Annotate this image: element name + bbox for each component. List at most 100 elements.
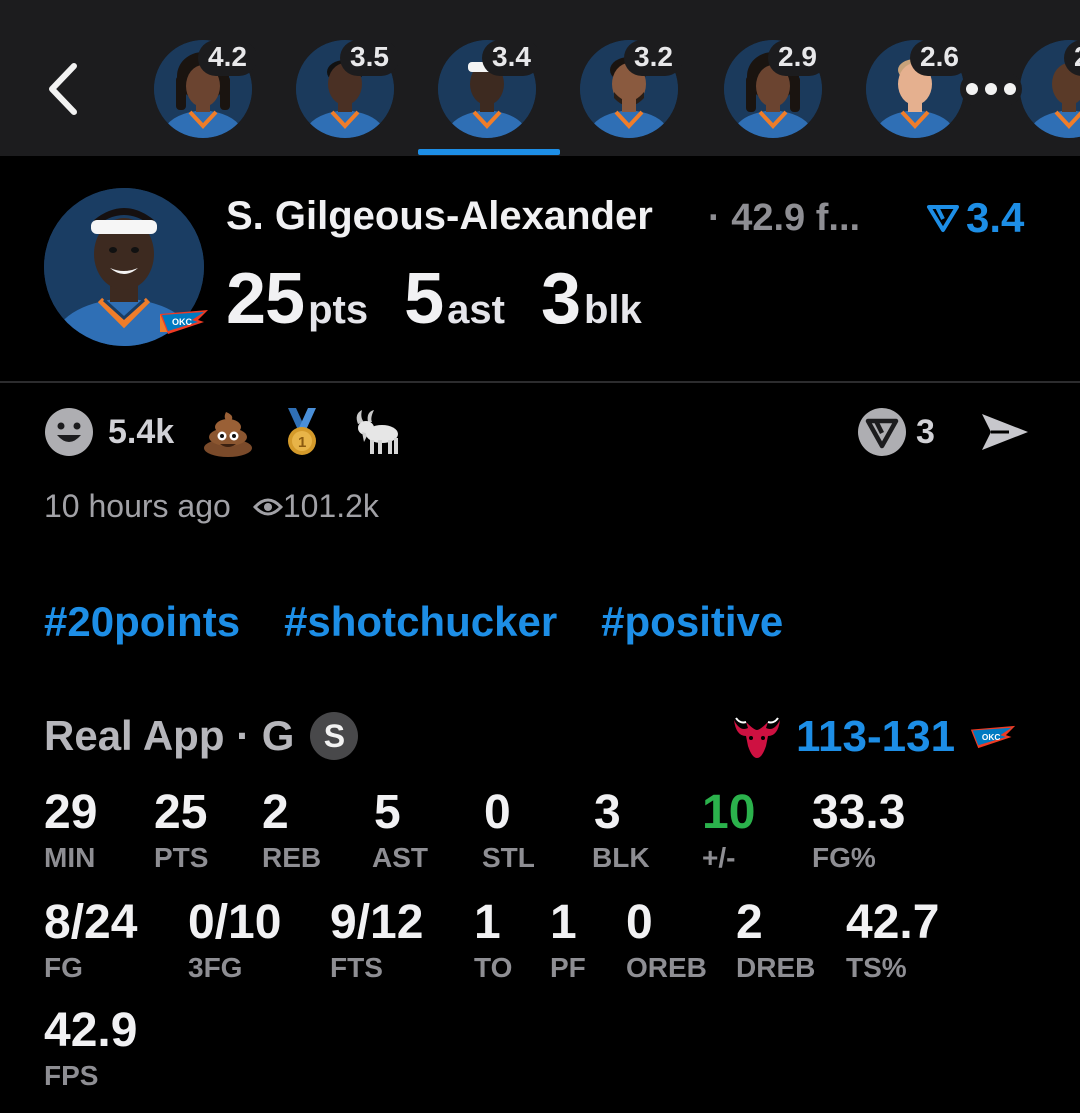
player-rating[interactable]: 3.4 [926,194,1024,242]
strip-player-3-selected[interactable]: 3.4 [438,40,541,138]
stat-label: BLK [592,842,650,873]
stat-label: TO [474,952,513,983]
selected-indicator [418,149,560,155]
strip-rating: 2.9 [768,40,827,76]
okc-logo-icon: OKC [160,310,208,334]
strip-player-5[interactable]: 2.9 [724,40,827,138]
stat-value: 5 [374,786,401,839]
stat-value: 0 [484,786,511,839]
stat-label: +/- [702,842,736,873]
stat-label: FTS [330,952,383,983]
strip-player-6[interactable]: 2.6 [866,40,969,138]
stat-pf: 1 PF [550,896,586,984]
headline-unit: ast [447,288,505,332]
game-score-value: 113-131 [796,712,956,761]
headline-unit: blk [584,288,642,332]
stat-label: REB [262,842,322,873]
stat-value: 9/12 [330,896,424,949]
chevron-left-icon [49,63,77,115]
stat-label: DREB [736,952,816,983]
rating-triangle-icon [927,205,959,232]
strip-rating: 3.4 [482,40,541,76]
more-dot-icon [985,83,997,95]
rating-badge-icon[interactable] [856,406,908,458]
stat-value: 42.7 [846,896,940,949]
view-count-value: 101.2k [282,488,379,524]
stat-label: MIN [44,842,96,873]
stat-ts-pct: 42.7 TS% [846,896,939,984]
player-strip: 4.2 3.5 3.4 3.2 2.9 2.6 [0,0,1080,156]
share-send-icon[interactable] [979,410,1031,454]
strip-rating: 3.5 [340,40,399,76]
stat-pts: 25 PTS [154,786,208,874]
stat-value: 10 [702,786,756,839]
player-name[interactable]: S. Gilgeous-Alexander [226,194,653,239]
stat-value: 2 [262,786,289,839]
goat-icon[interactable] [350,406,402,458]
reaction-count: 5.4k [108,412,175,451]
divider [0,381,1080,383]
back-button[interactable] [40,58,88,120]
headline-stats: 25 pts 5 ast 3 blk [226,258,678,340]
svg-text:OKC: OKC [172,317,193,327]
stat-oreb: 0 OREB [626,896,707,984]
stat-label: OREB [626,952,707,983]
reactions-row: 5.4k 1 [44,404,424,460]
stat-value: 2 [736,896,763,949]
stat-min: 29 MIN [44,786,97,874]
stat-value: 1 [474,896,501,949]
strip-player-2[interactable]: 3.5 [296,40,399,138]
hashtag-link[interactable]: #20points [44,598,240,646]
post-time: 10 hours ago [44,488,231,524]
okc-logo-icon: OKC [970,725,1016,749]
more-dot-icon [966,83,978,95]
strip-rating: 3.2 [624,40,683,76]
source-label: Real App · G [44,712,295,759]
stat-reb: 2 REB [262,786,321,874]
more-dot-icon [1004,83,1016,95]
headline-value: 5 [404,259,444,339]
bulls-logo-icon [734,717,780,758]
stat-dreb: 2 DREB [736,896,815,984]
stat-fps: 42.9 FPS [44,1004,137,1092]
stat-fg-pct: 33.3 FG% [812,786,905,874]
hashtag-link[interactable]: #positive [601,598,783,646]
rating-count: 3 [916,412,935,451]
game-source[interactable]: Real App · G S [44,712,359,760]
stat-value: 0/10 [188,896,282,949]
headline-unit: pts [308,288,369,332]
stat-value: 29 [44,786,98,839]
stat-label: PTS [154,842,209,873]
stat-fts: 9/12 FTS [330,896,423,984]
stat-label: AST [372,842,428,873]
stat-label: TS% [846,952,907,983]
stat-fg: 8/24 FG [44,896,137,984]
stat-plus-minus: 10 +/- [702,786,755,874]
view-count: 101.2k [252,488,379,525]
eye-icon [252,498,283,515]
headline-value: 25 [226,259,305,339]
strip-rating: 4.2 [198,40,257,76]
stat-label: 3FG [188,952,243,983]
strip-player-7[interactable]: 2 [1020,40,1080,138]
medal-icon[interactable]: 1 [276,406,328,458]
stat-3fg: 0/10 3FG [188,896,281,984]
post-meta: 10 hours ago 101.2k [44,488,379,525]
stat-label: PF [550,952,586,983]
source-badge: S [310,712,359,760]
strip-player-1[interactable]: 4.2 [154,40,257,138]
hashtag-link[interactable]: #shotchucker [284,598,557,646]
smile-icon[interactable] [44,407,94,457]
game-score[interactable]: 113-131 OKC [732,708,1017,766]
stat-value: 33.3 [812,786,906,839]
more-options-button[interactable] [960,72,1022,106]
poop-emoji-icon[interactable] [202,406,254,458]
stat-label: FG% [812,842,876,873]
stat-value: 42.9 [44,1004,138,1057]
stat-label: STL [482,842,535,873]
strip-player-4[interactable]: 3.2 [580,40,683,138]
stat-value: 25 [154,786,208,839]
stat-value: 0 [626,896,653,949]
stat-value: 3 [594,786,621,839]
stat-stl: 0 STL [482,786,535,874]
